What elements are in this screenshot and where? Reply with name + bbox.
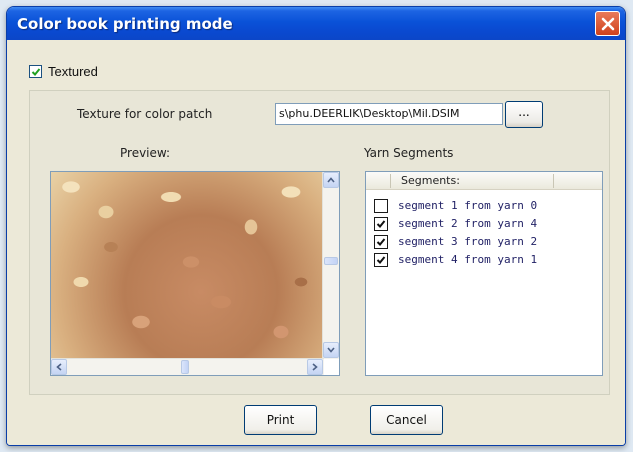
checkmark-icon	[376, 255, 386, 264]
dialog-body: Textured Texture for color patch s\phu.D…	[7, 40, 625, 445]
checkmark-icon	[31, 67, 40, 76]
segments-column-header[interactable]: Segments:	[401, 174, 460, 187]
scroll-left-button[interactable]	[51, 359, 67, 375]
vertical-scroll-thumb[interactable]	[324, 257, 338, 265]
checkmark-icon	[376, 237, 386, 246]
segment-label: segment 1 from yarn 0	[398, 199, 538, 212]
preview-vertical-scrollbar[interactable]	[322, 172, 339, 359]
horizontal-scroll-thumb[interactable]	[181, 360, 189, 374]
scroll-up-button[interactable]	[323, 172, 339, 188]
segment-checkbox[interactable]	[374, 234, 388, 249]
preview-label: Preview:	[120, 146, 171, 160]
cancel-button[interactable]: Cancel	[370, 405, 443, 435]
list-item[interactable]: segment 3 from yarn 2	[374, 233, 537, 250]
textured-checkbox-row[interactable]: Textured	[29, 64, 98, 79]
close-icon	[601, 17, 614, 30]
header-separator	[390, 174, 391, 188]
checkmark-icon	[376, 219, 386, 228]
preview-horizontal-scrollbar[interactable]	[51, 358, 324, 375]
scroll-down-button[interactable]	[323, 342, 339, 358]
yarn-segments-label: Yarn Segments	[364, 146, 454, 160]
chevron-right-icon	[312, 363, 318, 371]
texture-label: Texture for color patch	[77, 107, 213, 121]
texture-path-field[interactable]: s\phu.DEERLIK\Desktop\Mil.DSIM	[275, 103, 503, 125]
chevron-left-icon	[56, 363, 62, 371]
texture-preview-image	[51, 172, 324, 359]
texture-group: Texture for color patch s\phu.DEERLIK\De…	[29, 90, 610, 395]
segment-checkbox[interactable]	[374, 216, 388, 231]
segment-label: segment 3 from yarn 2	[398, 235, 538, 248]
segment-checkbox[interactable]	[374, 198, 388, 213]
chevron-down-icon	[327, 347, 335, 353]
textured-checkbox[interactable]	[29, 65, 42, 78]
close-button[interactable]	[595, 11, 620, 36]
header-separator	[553, 174, 554, 188]
textured-label: Textured	[48, 64, 98, 79]
yarn-segments-list[interactable]: Segments: segment 1 from yarn 0 segment …	[365, 171, 603, 376]
dialog-window: Color book printing mode Textured Textur…	[6, 6, 626, 446]
texture-preview	[50, 171, 340, 376]
list-header: Segments:	[366, 172, 602, 190]
print-button[interactable]: Print	[244, 405, 317, 435]
segment-checkbox[interactable]	[374, 252, 388, 267]
segment-label: segment 4 from yarn 1	[398, 253, 538, 266]
title-bar[interactable]: Color book printing mode	[7, 7, 625, 40]
list-item[interactable]: segment 4 from yarn 1	[374, 251, 537, 268]
chevron-up-icon	[327, 177, 335, 183]
list-item[interactable]: segment 2 from yarn 4	[374, 215, 537, 232]
scroll-right-button[interactable]	[307, 359, 323, 375]
browse-button[interactable]: ...	[505, 101, 543, 128]
window-title: Color book printing mode	[17, 15, 233, 33]
segment-label: segment 2 from yarn 4	[398, 217, 538, 230]
list-item[interactable]: segment 1 from yarn 0	[374, 197, 537, 214]
